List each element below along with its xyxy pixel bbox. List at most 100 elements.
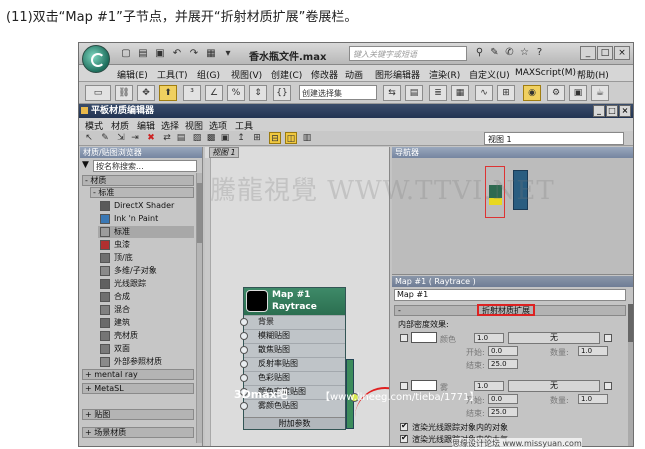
delete-icon[interactable]: ✖ (145, 132, 157, 144)
menu-rendering[interactable]: 渲染(R) (429, 68, 460, 81)
color-enable-checkbox[interactable] (400, 334, 408, 342)
move-children-icon[interactable]: ⇄ (161, 132, 173, 144)
redo-icon[interactable]: ↷ (187, 47, 201, 60)
layer-manager-button[interactable]: ≣ (429, 85, 447, 101)
put-to-scene-icon[interactable]: ⇲ (115, 132, 127, 144)
material-list-item[interactable]: 合成 (98, 291, 194, 303)
browser-search-input[interactable]: 按名称搜索... (93, 160, 197, 172)
go-to-parent-icon[interactable]: ↥ (235, 132, 247, 144)
menu-group[interactable]: 组(G) (197, 68, 220, 81)
fog-map-button[interactable]: 无 (508, 380, 600, 392)
subscription-icon[interactable]: ✎ (488, 46, 501, 60)
color-map-checkbox[interactable] (604, 334, 612, 342)
input-socket-icon[interactable] (240, 374, 248, 382)
slate-close-button[interactable]: × (619, 105, 631, 117)
material-list-item[interactable]: 多维/子对象 (98, 265, 194, 277)
graphite-button[interactable]: ▦ (451, 85, 469, 101)
menu-modifiers[interactable]: 修改器 (311, 68, 338, 81)
schematic-view-button[interactable]: ⊞ (497, 85, 515, 101)
node-footer[interactable]: 附加参数 (244, 417, 345, 429)
communication-icon[interactable]: ✆ (503, 46, 516, 60)
input-socket-icon[interactable] (240, 332, 248, 340)
favorites-star-icon[interactable]: ☆ (518, 46, 531, 60)
maximize-button[interactable]: □ (597, 46, 613, 60)
material-map-navigator-icon[interactable]: ◫ (285, 132, 297, 144)
input-socket-icon[interactable] (240, 318, 248, 326)
render-frame-button[interactable]: ▣ (569, 85, 587, 101)
group-materials[interactable]: - 材质 (82, 175, 194, 186)
material-list-item[interactable]: DirectX Shader (98, 200, 194, 212)
hide-unused-icon[interactable]: ▤ (175, 132, 187, 144)
pick-material-icon[interactable]: ✎ (99, 132, 111, 144)
binoculars-icon[interactable]: ⚲ (473, 46, 486, 60)
render-option-checkbox[interactable] (400, 433, 408, 443)
fog-map-checkbox[interactable] (604, 382, 612, 390)
refraction-extension-rollout[interactable]: - 折射材质扩展 (394, 304, 626, 316)
view-name-dropdown[interactable]: 视图 1 (484, 132, 624, 145)
render-button[interactable]: ☕ (591, 85, 609, 101)
material-list-item[interactable]: 壳材质 (98, 330, 194, 342)
material-list-item[interactable]: 外部参照材质 (98, 356, 194, 368)
slate-maximize-button[interactable]: □ (606, 105, 618, 117)
count-spinner[interactable]: 1.0 (578, 346, 608, 356)
menu-edit[interactable]: 编辑(E) (117, 68, 148, 81)
help-icon[interactable]: ? (533, 46, 546, 60)
node-input-slot[interactable]: 色彩贴图 (240, 371, 345, 384)
render-option-checkbox[interactable] (400, 421, 408, 431)
node-input-slot[interactable]: 反射率贴图 (240, 357, 345, 370)
menu-animation[interactable]: 动画 (345, 68, 363, 81)
project-folder-icon[interactable]: ▦ (204, 47, 218, 60)
color-swatch[interactable] (411, 332, 437, 343)
search-input[interactable]: 键入关键字或短语 (349, 46, 467, 61)
angle-snap-button[interactable]: ∠ (205, 85, 223, 101)
layout-children-icon[interactable]: ⊟ (269, 132, 281, 144)
undo-icon[interactable]: ↶ (170, 47, 184, 60)
browser-options-icon[interactable]: ▼ (82, 160, 89, 170)
material-list-item[interactable]: 建筑 (98, 317, 194, 329)
close-button[interactable]: × (614, 46, 630, 60)
node-input-slot[interactable]: 模糊贴图 (240, 329, 345, 342)
render-setup-button[interactable]: ⚙ (547, 85, 565, 101)
menu-maxscript[interactable]: MAXScript(M) (515, 68, 576, 78)
mirror-button[interactable]: ⇆ (383, 85, 401, 101)
menu-views[interactable]: 视图(V) (231, 68, 262, 81)
input-socket-icon[interactable] (240, 346, 248, 354)
node-input-slot[interactable]: 背景 (240, 315, 345, 328)
menu-graph-editors[interactable]: 图形编辑器 (375, 68, 420, 81)
material-list-item[interactable]: 虫漆 (98, 239, 194, 251)
material-list-item[interactable]: Ink 'n Paint (98, 213, 194, 225)
material-list-item[interactable]: 标准 (98, 226, 194, 238)
show-background-icon[interactable]: ▩ (205, 132, 217, 144)
input-socket-icon[interactable] (240, 402, 248, 410)
node-input-slot[interactable]: 散焦贴图 (240, 343, 345, 356)
material-list-item[interactable]: 光线跟踪 (98, 278, 194, 290)
fog-start-spinner[interactable]: 0.0 (488, 394, 518, 404)
menu-tools[interactable]: 工具(T) (157, 68, 188, 81)
group-mental-ray[interactable]: + mental ray (82, 369, 194, 380)
subgroup-standard[interactable]: - 标准 (90, 187, 194, 198)
parameter-editor-icon[interactable]: ▥ (301, 132, 313, 144)
browser-scrollbar[interactable] (196, 173, 202, 443)
menu-customize[interactable]: 自定义(U) (469, 68, 510, 81)
view-tab[interactable]: 视图 1 (209, 147, 239, 158)
group-scene-materials[interactable]: + 场景材质 (82, 427, 194, 438)
map1-node[interactable]: Map #1 Raytrace 背景 模糊贴图 散焦贴图 反射率贴图 色彩贴图 颜色密度贴… (240, 287, 346, 430)
node-header[interactable]: Map #1 Raytrace (244, 288, 345, 315)
minimize-button[interactable]: _ (580, 46, 596, 60)
snaps-toggle-button[interactable]: ³ (183, 85, 201, 101)
slate-minimize-button[interactable]: _ (593, 105, 605, 117)
assign-material-icon[interactable]: ⇥ (129, 132, 141, 144)
spinner-snap-button[interactable]: ⇕ (249, 85, 267, 101)
start-spinner[interactable]: 0.0 (488, 346, 518, 356)
material-list-item[interactable]: 顶/底 (98, 252, 194, 264)
show-end-result-icon[interactable]: ▣ (219, 132, 231, 144)
customize-dropdown-icon[interactable]: ▾ (221, 47, 235, 60)
select-tool-icon[interactable]: ↖ (83, 132, 95, 144)
new-file-icon[interactable]: ▢ (119, 47, 133, 60)
menu-create[interactable]: 创建(C) (271, 68, 302, 81)
fog-count-spinner[interactable]: 1.0 (578, 394, 608, 404)
color-map-button[interactable]: 无 (508, 332, 600, 344)
percent-snap-button[interactable]: % (227, 85, 245, 101)
align-button[interactable]: ▤ (405, 85, 423, 101)
group-maps[interactable]: + 贴图 (82, 409, 194, 420)
